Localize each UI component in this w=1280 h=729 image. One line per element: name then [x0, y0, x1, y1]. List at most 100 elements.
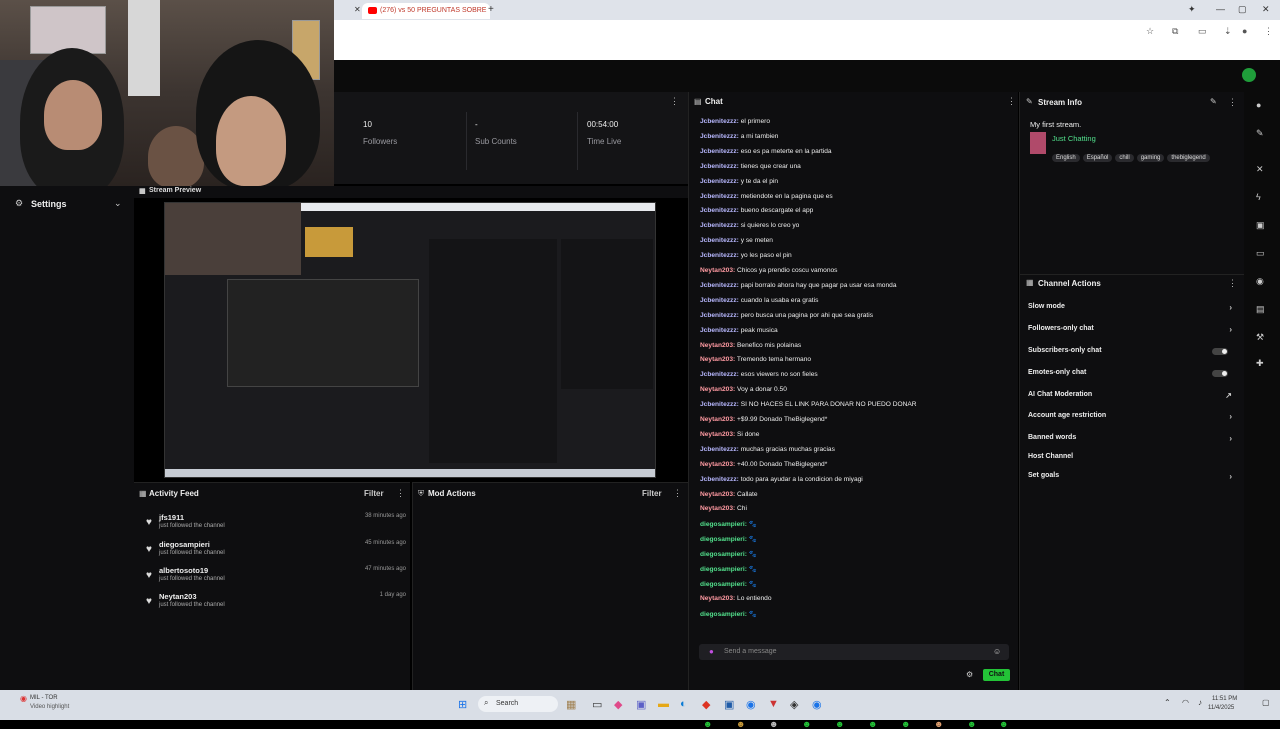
avatar[interactable]	[1242, 68, 1256, 82]
chat-username[interactable]: Jcbenitezzz:	[700, 148, 739, 155]
chat-username[interactable]: Neytan203:	[700, 595, 735, 602]
chat-username[interactable]: diegosampieri:	[700, 536, 747, 543]
more-options-icon[interactable]: ⋮	[1228, 97, 1237, 108]
chat-username[interactable]: Jcbenitezzz:	[700, 297, 739, 304]
chat-username[interactable]: diegosampieri:	[700, 611, 747, 618]
emote-icon[interactable]: ☻	[967, 719, 976, 729]
chat-username[interactable]: Neytan203:	[700, 386, 735, 393]
profile-icon[interactable]: ✦	[1188, 4, 1196, 15]
file-explorer-icon[interactable]: ▬	[658, 698, 669, 710]
chat-send-button[interactable]: Chat	[983, 669, 1010, 681]
chat-username[interactable]: diegosampieri:	[700, 566, 747, 573]
emote-icon[interactable]: ☻	[736, 719, 745, 729]
settings-menu[interactable]: ⚙ Settings ⌄	[0, 197, 134, 213]
teams-icon[interactable]: ▣	[636, 698, 646, 711]
emote-icon[interactable]: ☻	[835, 719, 844, 729]
more-options-icon[interactable]: ⋮	[1007, 96, 1016, 107]
app-icon[interactable]: ◈	[790, 698, 798, 711]
chat-username[interactable]: Neytan203:	[700, 416, 735, 423]
volume-icon[interactable]: ♪	[1198, 698, 1202, 707]
chat-username[interactable]: Jcbenitezzz:	[700, 193, 739, 200]
puzzle-icon[interactable]: ✚	[1256, 358, 1264, 369]
stream-preview-video[interactable]	[164, 202, 656, 478]
notification-icon[interactable]: ◉	[20, 694, 27, 703]
broadcast-icon[interactable]: ◉	[1256, 276, 1264, 287]
app-icon[interactable]: ▼	[768, 698, 779, 710]
chat-username[interactable]: Jcbenitezzz:	[700, 118, 739, 125]
chat-username[interactable]: Neytan203:	[700, 491, 735, 498]
chat-username[interactable]: Neytan203:	[700, 356, 735, 363]
pencil-icon[interactable]: ✎	[1256, 128, 1264, 139]
new-tab-button[interactable]: +	[488, 4, 494, 15]
chat-username[interactable]: Jcbenitezzz:	[700, 133, 739, 140]
account-icon[interactable]: ●	[1242, 26, 1247, 36]
more-options-icon[interactable]: ⋮	[396, 488, 405, 499]
tool-icon[interactable]: ⚒	[1256, 332, 1264, 343]
chat-username[interactable]: Jcbenitezzz:	[700, 371, 739, 378]
emote-icon[interactable]: ☻	[769, 719, 778, 729]
taskbar-search[interactable]: ⌕ Search	[478, 696, 558, 712]
chat-username[interactable]: Jcbenitezzz:	[700, 446, 739, 453]
tray-chevron-icon[interactable]: ⌃	[1164, 698, 1171, 707]
emote-icon[interactable]: ☻	[703, 719, 712, 729]
emote-icon[interactable]: ☻	[934, 719, 943, 729]
task-view-icon[interactable]: ▭	[592, 698, 602, 711]
chat-input[interactable]: ● Send a message ☺	[699, 644, 1009, 660]
chat-username[interactable]: Neytan203:	[700, 461, 735, 468]
edit-icon[interactable]: ✎	[1210, 97, 1217, 106]
chat-settings-icon[interactable]: ⚙	[966, 670, 973, 679]
chat-username[interactable]: Neytan203:	[700, 267, 735, 274]
chat-username[interactable]: Jcbenitezzz:	[700, 178, 739, 185]
chat-username[interactable]: Jcbenitezzz:	[700, 401, 739, 408]
layers-icon[interactable]: ▣	[1256, 220, 1265, 231]
chrome-icon[interactable]: ◉	[812, 698, 822, 711]
browser-tab[interactable]: (276) vs 50 PREGUNTAS SOBRE	[362, 3, 490, 19]
panel-icon[interactable]: ▤	[1256, 304, 1265, 315]
windows-start-icon[interactable]: ⊞	[458, 698, 467, 711]
close-window-icon[interactable]: ✕	[1262, 4, 1270, 15]
chat-username[interactable]: Jcbenitezzz:	[700, 476, 739, 483]
widgets-icon[interactable]: ▦	[566, 698, 576, 711]
clock-time[interactable]: 11:51 PM	[1212, 696, 1237, 702]
chat-username[interactable]: Jcbenitezzz:	[700, 312, 739, 319]
cast-icon[interactable]: ▭	[1198, 26, 1207, 37]
chat-username[interactable]: Jcbenitezzz:	[700, 207, 739, 214]
chat-username[interactable]: Jcbenitezzz:	[700, 237, 739, 244]
host-channel-item[interactable]: Host Channel	[1028, 453, 1238, 465]
chat-icon[interactable]: ▭	[1256, 248, 1265, 259]
more-options-icon[interactable]: ⋮	[670, 96, 679, 107]
emote-icon[interactable]: ☻	[868, 719, 877, 729]
close-tab-icon[interactable]: ✕	[354, 5, 361, 14]
banned-words-item[interactable]: Banned words ›	[1028, 434, 1238, 446]
chat-username[interactable]: Jcbenitezzz:	[700, 163, 739, 170]
extension-icon[interactable]: ⧉	[1172, 26, 1178, 37]
chat-username[interactable]: Jcbenitezzz:	[700, 252, 739, 259]
ai-moderation-item[interactable]: AI Chat Moderation ↗	[1028, 391, 1238, 403]
dot-icon[interactable]: ●	[1256, 100, 1261, 110]
bookmark-star-icon[interactable]: ☆	[1146, 26, 1154, 37]
chat-username[interactable]: diegosampieri:	[700, 581, 747, 588]
edge-icon[interactable]: ◐	[680, 698, 687, 710]
clock-date[interactable]: 11/4/2025	[1208, 705, 1234, 711]
subscribers-only-item[interactable]: Subscribers-only chat	[1028, 347, 1238, 359]
emoji-icon[interactable]: ☺	[993, 647, 1001, 656]
toggle-switch[interactable]	[1212, 348, 1228, 355]
more-options-icon[interactable]: ⋮	[1228, 278, 1237, 289]
wifi-icon[interactable]: ◠	[1182, 698, 1189, 707]
account-age-item[interactable]: Account age restriction ›	[1028, 412, 1238, 424]
set-goals-item[interactable]: Set goals ›	[1028, 472, 1238, 484]
microphone-icon[interactable]: ●	[709, 647, 714, 656]
download-icon[interactable]: ⇣	[1224, 26, 1232, 37]
chat-username[interactable]: Neytan203:	[700, 431, 735, 438]
lightning-icon[interactable]: ϟ	[1256, 192, 1261, 202]
followers-only-item[interactable]: Followers-only chat ›	[1028, 325, 1238, 337]
chat-username[interactable]: Jcbenitezzz:	[700, 327, 739, 334]
app-icon[interactable]: ▣	[724, 698, 734, 711]
activity-filter-button[interactable]: Filter	[364, 489, 384, 498]
mod-filter-button[interactable]: Filter	[642, 489, 662, 498]
app-icon[interactable]: ◆	[702, 698, 710, 711]
emotes-only-item[interactable]: Emotes-only chat	[1028, 369, 1238, 381]
maximize-icon[interactable]: ▢	[1238, 4, 1247, 15]
emote-icon[interactable]: ☻	[802, 719, 811, 729]
chat-username[interactable]: diegosampieri:	[700, 521, 747, 528]
